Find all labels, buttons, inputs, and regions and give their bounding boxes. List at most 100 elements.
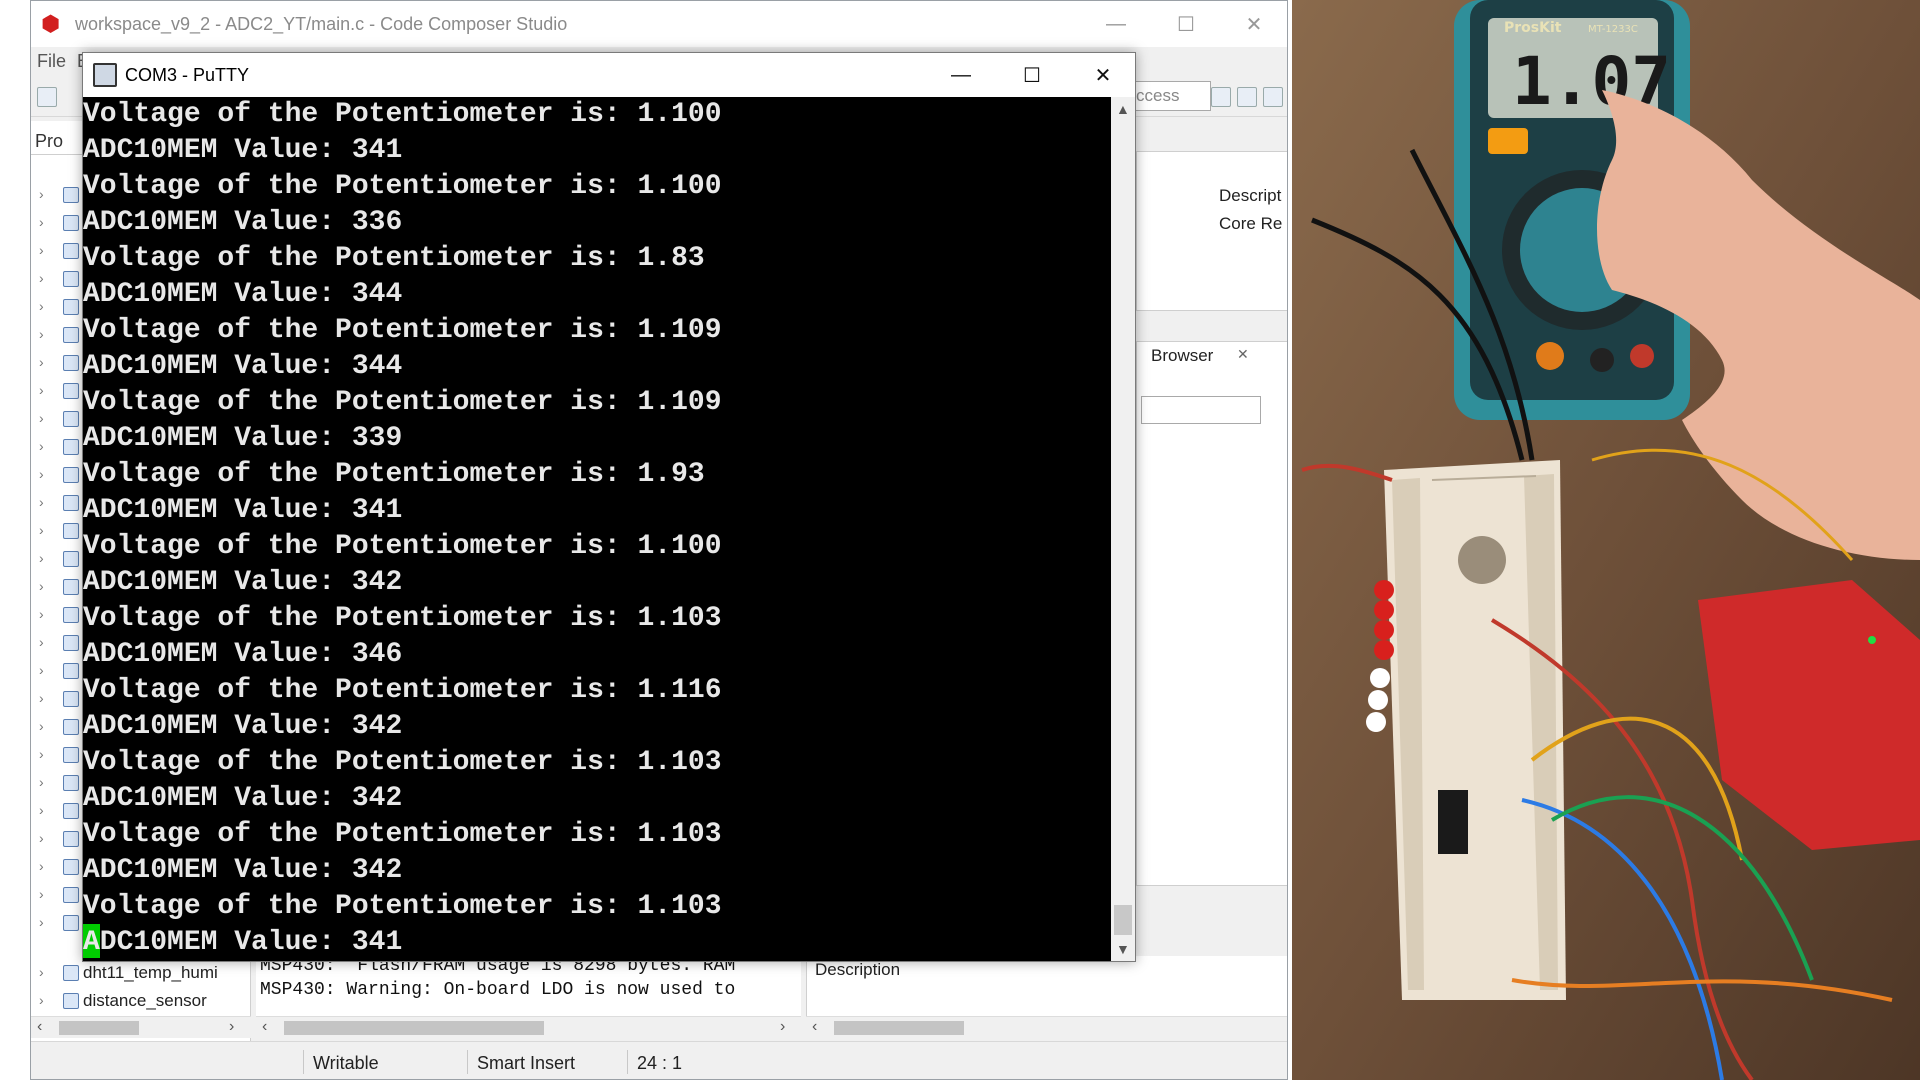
terminal-line: ADC10MEM Value: 344: [83, 279, 403, 310]
scroll-left-icon[interactable]: ‹: [37, 1018, 42, 1036]
scroll-right-icon[interactable]: ›: [780, 1018, 785, 1036]
debug-perspective-icon[interactable]: [1237, 87, 1257, 107]
chevron-right-icon: ›: [39, 326, 44, 342]
chevron-right-icon: ›: [39, 774, 44, 790]
terminal-line: ADC10MEM Value: 342: [83, 711, 403, 742]
chevron-right-icon: ›: [39, 802, 44, 818]
scroll-down-icon[interactable]: ▼: [1116, 941, 1130, 957]
terminal-line: ADC10MEM Value: 342: [83, 855, 403, 886]
terminal-line: ADC10MEM Value: 341: [83, 135, 403, 166]
terminal-line: ADC10MEM Value: 339: [83, 423, 403, 454]
scroll-right-icon[interactable]: ›: [229, 1018, 234, 1036]
project-icon: [63, 831, 79, 847]
tree-item-label: distance_sensor: [83, 991, 207, 1010]
chevron-right-icon: ›: [39, 550, 44, 566]
terminal-line: Voltage of the Potentiometer is: 1.103: [83, 891, 722, 922]
tree-item-dht11[interactable]: › dht11_temp_humi: [31, 961, 251, 989]
putty-close-icon[interactable]: ✕: [1069, 53, 1137, 97]
project-icon: [63, 803, 79, 819]
ic-chip: [1438, 790, 1468, 854]
terminal-line: ADC10MEM Value: 344: [83, 351, 403, 382]
status-bar: Writable Smart Insert 24 : 1: [31, 1041, 1287, 1079]
chevron-right-icon: ›: [39, 214, 44, 230]
chevron-right-icon: ›: [39, 242, 44, 258]
chevron-right-icon: ›: [39, 410, 44, 426]
console-hscroll[interactable]: ‹ ›: [256, 1016, 801, 1038]
col-description[interactable]: Descript: [1219, 186, 1281, 206]
terminal-line: Voltage of the Potentiometer is: 1.100: [83, 531, 722, 562]
menu-file[interactable]: File: [37, 51, 66, 72]
chevron-right-icon: ›: [39, 382, 44, 398]
chevron-right-icon: ›: [39, 718, 44, 734]
terminal-line: Voltage of the Potentiometer is: 1.100: [83, 171, 722, 202]
problems-hscroll[interactable]: ‹ ›: [806, 1016, 1287, 1038]
project-icon: [63, 887, 79, 903]
project-icon: [63, 579, 79, 595]
edit-perspective-icon[interactable]: [1263, 87, 1283, 107]
chevron-right-icon: ›: [39, 270, 44, 286]
chevron-right-icon: ›: [39, 186, 44, 202]
project-hscroll[interactable]: ‹ ›: [31, 1016, 251, 1038]
ccs-close-icon[interactable]: ✕: [1219, 1, 1287, 47]
browser-filter-input[interactable]: [1141, 396, 1261, 424]
scroll-up-icon[interactable]: ▲: [1116, 101, 1130, 117]
ccs-title-bar[interactable]: ⬢ workspace_v9_2 - ADC2_YT/main.c - Code…: [31, 1, 1287, 47]
putty-terminal[interactable]: Voltage of the Potentiometer is: 1.100 A…: [83, 97, 1111, 961]
chevron-right-icon: ›: [39, 992, 44, 1008]
browser-tab[interactable]: Browser: [1151, 346, 1213, 366]
row-core-registers[interactable]: Core Re: [1219, 214, 1282, 234]
status-cursor-position: 24 : 1: [637, 1053, 683, 1073]
project-icon: [63, 243, 79, 259]
terminal-line: ADC10MEM Value: 336: [83, 207, 403, 238]
terminal-line: ADC10MEM Value: 341: [83, 495, 403, 526]
terminal-line: ADC10MEM Value: 342: [83, 567, 403, 598]
close-icon[interactable]: ✕: [1237, 346, 1249, 363]
chevron-right-icon: ›: [39, 914, 44, 930]
project-icon: [63, 355, 79, 371]
putty-title-bar[interactable]: COM3 - PuTTY — ☐ ✕: [83, 53, 1135, 97]
terminal-line: ADC10MEM Value: 346: [83, 639, 403, 670]
project-icon: [63, 495, 79, 511]
meter-brand: ProsKit: [1504, 20, 1562, 36]
tree-item-label: dht11_temp_humi: [83, 963, 218, 982]
scroll-thumb[interactable]: [284, 1021, 544, 1035]
chevron-right-icon: ›: [39, 494, 44, 510]
status-separator: [303, 1050, 304, 1074]
scroll-thumb[interactable]: [1114, 905, 1132, 935]
ccs-window-title: workspace_v9_2 - ADC2_YT/main.c - Code C…: [75, 13, 568, 34]
project-icon: [63, 439, 79, 455]
hardware-photo-art: ProsKit MT-1233C 1.07: [1292, 0, 1920, 1080]
project-icon: [63, 187, 79, 203]
putty-minimize-icon[interactable]: —: [927, 53, 995, 97]
new-icon[interactable]: [37, 87, 57, 107]
project-icon: [63, 607, 79, 623]
project-icon: [63, 467, 79, 483]
project-icon: [63, 691, 79, 707]
ccs-minimize-icon[interactable]: —: [1081, 1, 1151, 47]
putty-maximize-icon[interactable]: ☐: [998, 53, 1066, 97]
chevron-right-icon: ›: [39, 886, 44, 902]
scroll-left-icon[interactable]: ‹: [262, 1018, 267, 1036]
project-icon: [63, 635, 79, 651]
problems-description-header[interactable]: Description: [815, 960, 900, 980]
chevron-right-icon: ›: [39, 746, 44, 762]
project-icon: [63, 775, 79, 791]
perspective-icon[interactable]: [1211, 87, 1231, 107]
project-icon: [63, 551, 79, 567]
chevron-right-icon: ›: [39, 466, 44, 482]
project-icon: [63, 411, 79, 427]
putty-window-title: COM3 - PuTTY: [125, 64, 250, 85]
quick-access-input[interactable]: ccess: [1131, 81, 1211, 111]
scroll-thumb[interactable]: [59, 1021, 139, 1035]
ccs-maximize-icon[interactable]: ☐: [1151, 1, 1221, 47]
project-icon: [63, 859, 79, 875]
putty-window: COM3 - PuTTY — ☐ ✕ Voltage of the Potent…: [82, 52, 1136, 962]
project-icon: [63, 663, 79, 679]
project-icon: [63, 215, 79, 231]
tree-item-distance-sensor[interactable]: › distance_sensor: [31, 989, 251, 1017]
scroll-thumb[interactable]: [834, 1021, 964, 1035]
project-icon: [63, 965, 79, 981]
terminal-line: Voltage of the Potentiometer is: 1.103: [83, 747, 722, 778]
putty-vscroll[interactable]: ▲ ▼: [1111, 97, 1135, 961]
scroll-left-icon[interactable]: ‹: [812, 1018, 817, 1036]
